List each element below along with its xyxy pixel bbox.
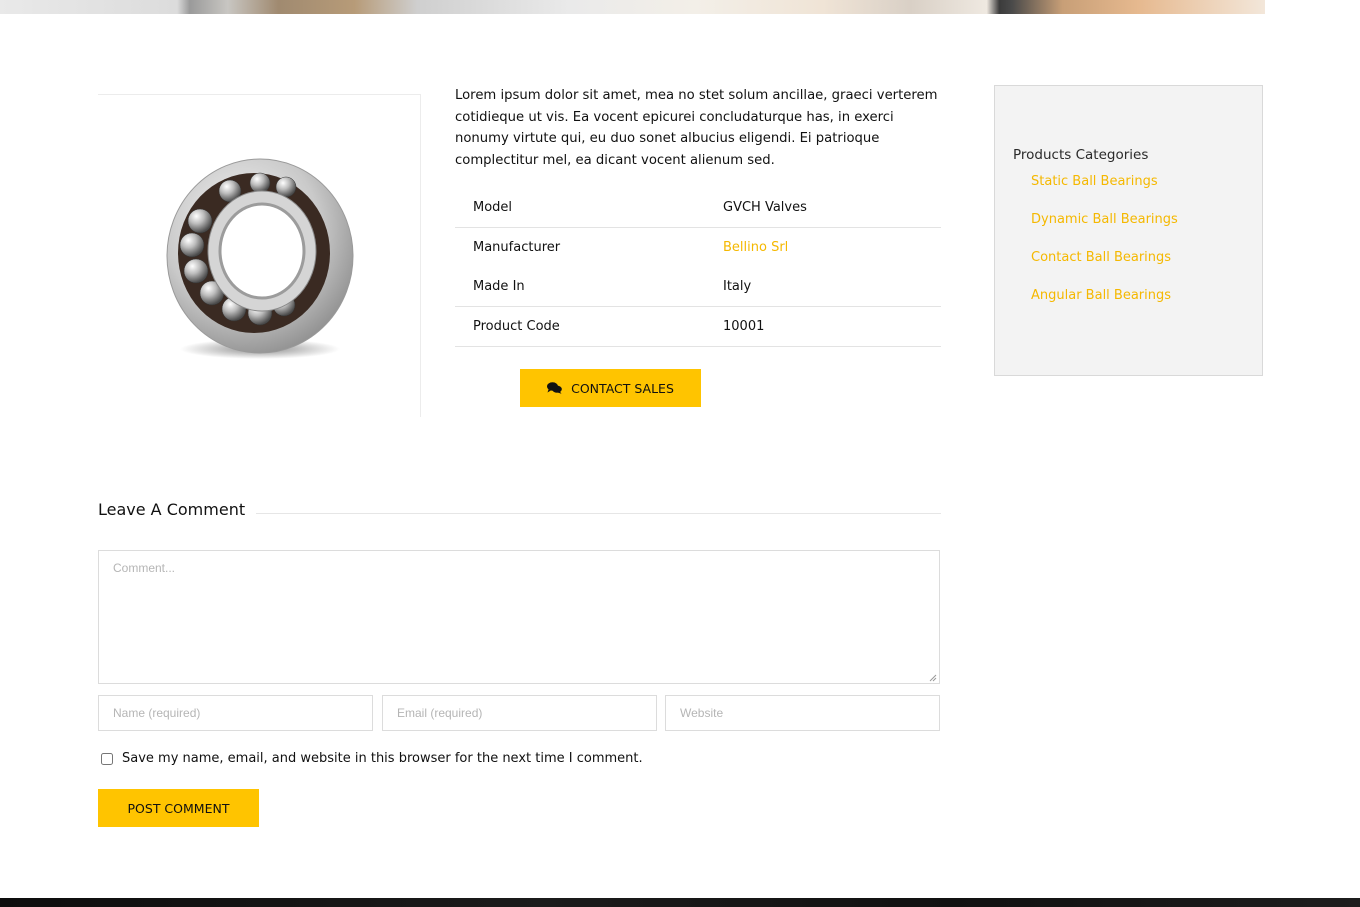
category-link-contact[interactable]: Contact Ball Bearings xyxy=(1031,250,1178,288)
manufacturer-link[interactable]: Bellino Srl xyxy=(723,240,788,255)
table-row: Model GVCH Valves xyxy=(455,188,941,228)
spec-value: GVCH Valves xyxy=(723,188,941,228)
category-link-static[interactable]: Static Ball Bearings xyxy=(1031,174,1178,212)
spec-label: Manufacturer xyxy=(473,240,561,255)
table-row: Made In Italy xyxy=(455,267,941,307)
save-info-row: Save my name, email, and website in this… xyxy=(100,751,643,766)
category-link-dynamic[interactable]: Dynamic Ball Bearings xyxy=(1031,212,1178,250)
name-field[interactable] xyxy=(98,695,373,731)
spec-label: Made In xyxy=(455,267,723,307)
category-list: Static Ball Bearings Dynamic Ball Bearin… xyxy=(1031,174,1178,326)
hero-image-strip xyxy=(0,0,1265,14)
table-row: Manufacturer Bellino Srl xyxy=(455,228,941,268)
table-row: Product Code 10001 xyxy=(455,306,941,347)
save-info-label: Save my name, email, and website in this… xyxy=(122,751,643,766)
spec-value: Italy xyxy=(723,267,941,307)
comment-textarea[interactable] xyxy=(98,550,940,684)
spec-label: Model xyxy=(455,188,723,228)
spec-value: 10001 xyxy=(723,306,941,347)
product-categories-widget: Products Categories Static Ball Bearings… xyxy=(994,85,1263,376)
title-divider xyxy=(256,513,941,514)
product-description: Lorem ipsum dolor sit amet, mea no stet … xyxy=(455,88,938,168)
contact-sales-button[interactable]: CONTACT SALES xyxy=(520,369,701,407)
email-field[interactable] xyxy=(382,695,657,731)
save-info-checkbox[interactable] xyxy=(101,752,113,765)
spec-table: Model GVCH Valves Manufacturer Bellino S… xyxy=(455,188,941,347)
category-link-angular[interactable]: Angular Ball Bearings xyxy=(1031,288,1178,326)
chat-bubbles-icon xyxy=(547,382,562,394)
footer-strip xyxy=(0,898,1360,907)
post-comment-button[interactable]: POST COMMENT xyxy=(98,789,259,827)
resize-handle-icon[interactable] xyxy=(929,674,937,682)
product-image-panel xyxy=(98,94,421,417)
contact-sales-label: CONTACT SALES xyxy=(571,380,674,396)
ball-bearing-image xyxy=(166,158,354,359)
website-field[interactable] xyxy=(665,695,940,731)
widget-title: Products Categories xyxy=(1013,147,1149,163)
comment-section-title: Leave A Comment xyxy=(98,500,246,519)
spec-label: Product Code xyxy=(455,306,723,347)
